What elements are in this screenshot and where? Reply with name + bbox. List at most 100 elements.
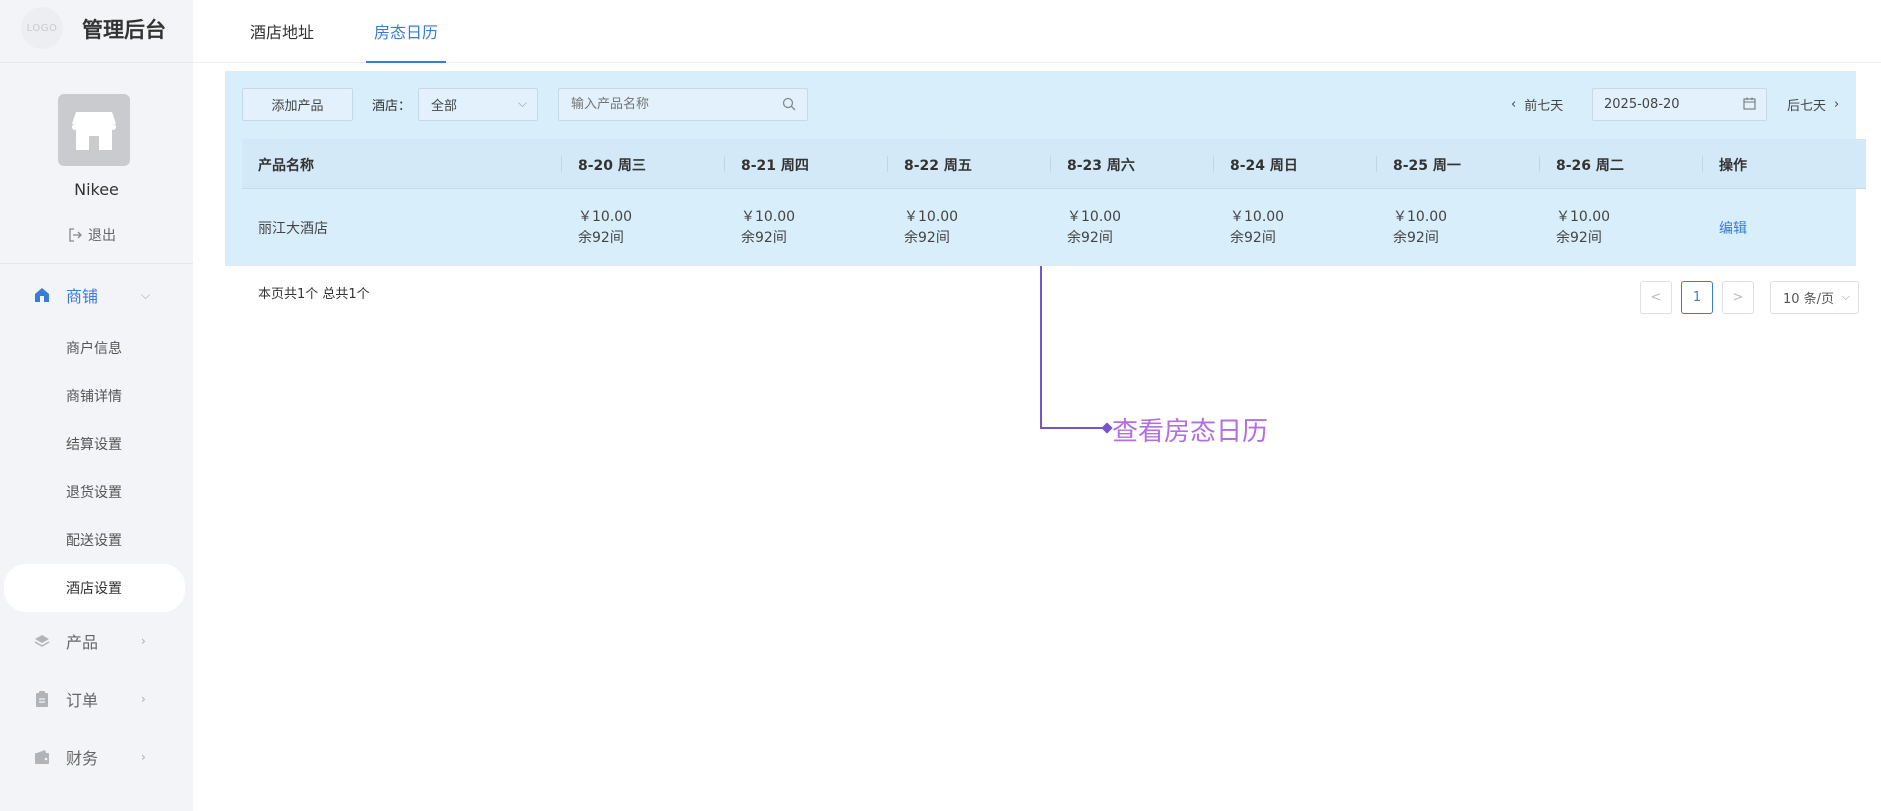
sidebar-item-returns[interactable]: 退货设置 — [0, 468, 193, 516]
day-price: ￥10.00 — [904, 209, 959, 225]
table-row: 丽江大酒店 ￥10.00 余92间 ￥10.00 余92间 ￥10.00 余92… — [242, 189, 1856, 265]
user-profile: Nikee 退出 — [0, 64, 193, 264]
chevron-down-icon: ⌵ — [141, 288, 151, 302]
prev-week-button[interactable]: ‹ 前七天 — [1511, 95, 1563, 114]
avatar — [58, 94, 130, 166]
hotel-filter-label: 酒店： — [372, 99, 412, 114]
day-remaining: 余92间 — [904, 230, 950, 246]
day-price: ￥10.00 — [741, 209, 796, 225]
calendar-icon — [1743, 97, 1756, 110]
chevron-right-icon: › — [141, 692, 146, 706]
day-remaining: 余92间 — [1556, 230, 1602, 246]
next-page-button[interactable]: > — [1722, 281, 1754, 314]
logout-label: 退出 — [88, 228, 116, 244]
day-remaining: 余92间 — [1230, 230, 1276, 246]
prev-page-button[interactable]: < — [1640, 281, 1672, 314]
search-icon[interactable] — [782, 97, 796, 111]
chevron-left-icon: ‹ — [1511, 97, 1517, 112]
col-header-day: 8-22 周五 — [904, 158, 972, 174]
app-title: 管理后台 — [82, 18, 166, 42]
username: Nikee — [74, 180, 119, 199]
sidebar-item-merchant-info[interactable]: 商户信息 — [0, 324, 193, 372]
side-nav: 商铺 ⌵ 商户信息 商铺详情 结算设置 退货设置 配送设置 酒店设置 产品 › … — [0, 266, 193, 786]
nav-group-label: 订单 — [66, 691, 99, 710]
chevron-right-icon: › — [1834, 97, 1840, 112]
sidebar-item-hotel-settings[interactable]: 酒店设置 — [4, 564, 185, 612]
chevron-right-icon: › — [141, 750, 146, 764]
annotation-line — [1040, 427, 1106, 429]
prev-week-label: 前七天 — [1524, 99, 1564, 114]
tab-room-calendar[interactable]: 房态日历 — [374, 19, 438, 43]
day-remaining: 余92间 — [1067, 230, 1113, 246]
day-remaining: 余92间 — [741, 230, 787, 246]
col-header-day: 8-21 周四 — [741, 158, 809, 174]
active-tab-indicator — [366, 61, 446, 63]
col-header-action: 操作 — [1719, 158, 1747, 174]
product-search-input[interactable] — [558, 88, 808, 121]
day-price: ￥10.00 — [1067, 209, 1122, 225]
sidebar-item-shop-details[interactable]: 商铺详情 — [0, 372, 193, 420]
add-product-button[interactable]: 添加产品 — [242, 88, 353, 121]
next-week-label: 后七天 — [1787, 99, 1827, 114]
page-summary: 本页共1个 总共1个 — [258, 287, 370, 302]
page-1-button[interactable]: 1 — [1681, 281, 1713, 314]
hotel-select[interactable]: 全部 ⌵ — [418, 88, 538, 121]
home-icon — [34, 287, 50, 303]
day-cell[interactable]: ￥10.00 余92间 — [904, 207, 958, 249]
nav-group-label: 财务 — [66, 749, 99, 768]
nav-group-label: 产品 — [66, 633, 99, 652]
edit-link[interactable]: 编辑 — [1719, 218, 1747, 238]
chevron-down-icon: ⌵ — [517, 96, 527, 110]
col-header-day: 8-20 周三 — [578, 158, 646, 174]
top-tabs: 酒店地址 房态日历 — [193, 0, 1881, 63]
column-divider — [1702, 156, 1703, 172]
nav-group-finance[interactable]: 财务 › — [0, 728, 193, 786]
day-remaining: 余92间 — [578, 230, 624, 246]
page-size-select[interactable]: 10 条/页 ⌵ — [1770, 281, 1859, 314]
day-cell[interactable]: ￥10.00 余92间 — [1067, 207, 1121, 249]
col-header-day: 8-25 周一 — [1393, 158, 1461, 174]
col-header-day: 8-26 周二 — [1556, 158, 1624, 174]
nav-group-orders[interactable]: 订单 › — [0, 670, 193, 728]
sidebar-item-delivery[interactable]: 配送设置 — [0, 516, 193, 564]
sidebar-item-settlement[interactable]: 结算设置 — [0, 420, 193, 468]
sidebar: LOGO 管理后台 Nikee 退出 商铺 ⌵ 商户信息 商铺详情 结算设置 退… — [0, 0, 193, 811]
date-picker[interactable]: 2025-08-20 — [1592, 88, 1767, 121]
product-name: 丽江大酒店 — [258, 221, 328, 237]
column-divider — [561, 156, 562, 172]
nav-group-product[interactable]: 产品 › — [0, 612, 193, 670]
next-week-button[interactable]: 后七天 › — [1787, 95, 1839, 114]
day-cell[interactable]: ￥10.00 余92间 — [741, 207, 795, 249]
day-price: ￥10.00 — [1230, 209, 1285, 225]
annotation-marker — [1101, 422, 1113, 434]
col-header-day: 8-23 周六 — [1067, 158, 1135, 174]
chevron-right-icon: › — [141, 634, 146, 648]
nav-group-label: 商铺 — [66, 287, 99, 306]
brand: LOGO 管理后台 — [0, 0, 193, 63]
column-divider — [1539, 156, 1540, 172]
chevron-down-icon: ⌵ — [1841, 290, 1850, 303]
day-cell[interactable]: ￥10.00 余92间 — [1230, 207, 1284, 249]
col-header-product: 产品名称 — [258, 158, 314, 174]
tab-hotel-address[interactable]: 酒店地址 — [250, 19, 314, 43]
col-header-day: 8-24 周日 — [1230, 158, 1298, 174]
column-divider — [1213, 156, 1214, 172]
column-divider — [724, 156, 725, 172]
day-cell[interactable]: ￥10.00 余92间 — [1556, 207, 1610, 249]
day-price: ￥10.00 — [1556, 209, 1611, 225]
day-cell[interactable]: ￥10.00 余92间 — [578, 207, 632, 249]
table-header: 产品名称 8-20 周三 8-21 周四 8-22 周五 8-23 周六 8-2… — [242, 139, 1866, 189]
day-price: ￥10.00 — [1393, 209, 1448, 225]
nav-group-shop[interactable]: 商铺 ⌵ — [0, 266, 193, 324]
layers-icon — [34, 633, 50, 649]
annotation-line — [1040, 266, 1042, 429]
hotel-select-value: 全部 — [431, 99, 458, 114]
date-value: 2025-08-20 — [1604, 97, 1680, 112]
wallet-icon — [34, 749, 50, 765]
logout-button[interactable]: 退出 — [68, 225, 116, 245]
logo: LOGO — [21, 7, 63, 49]
column-divider — [1376, 156, 1377, 172]
day-remaining: 余92间 — [1393, 230, 1439, 246]
clipboard-icon — [34, 691, 50, 707]
day-cell[interactable]: ￥10.00 余92间 — [1393, 207, 1447, 249]
